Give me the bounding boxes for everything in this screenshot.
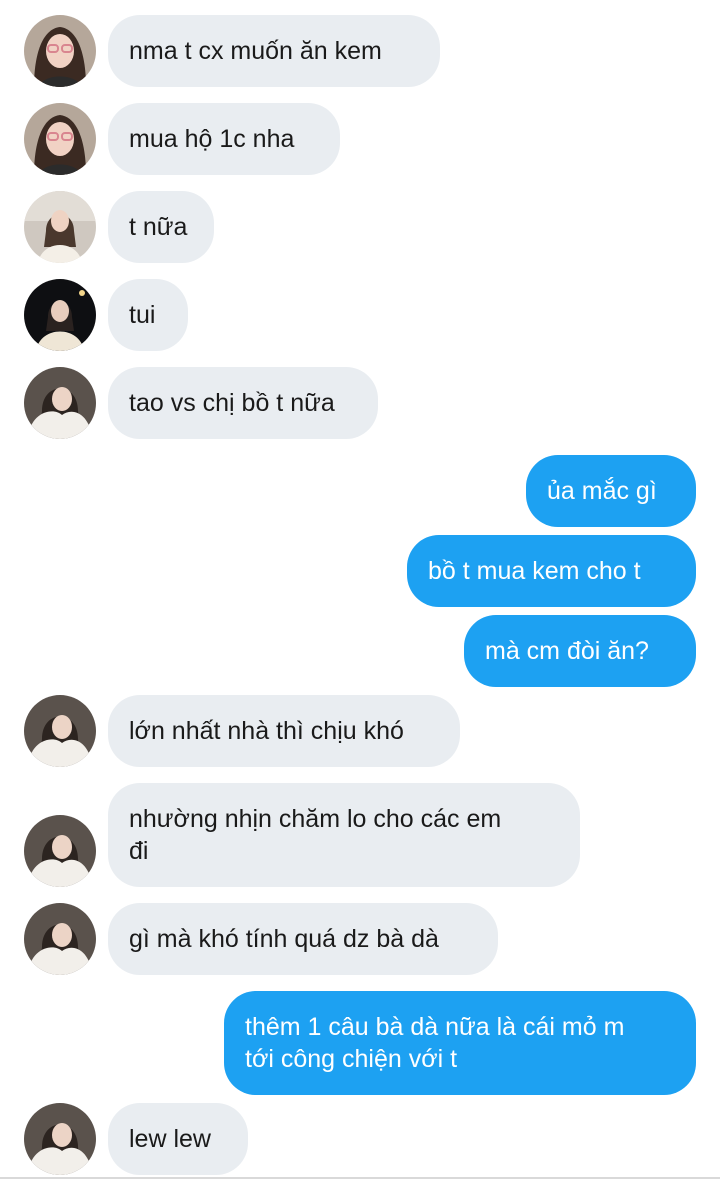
avatar-user-d[interactable] — [24, 695, 96, 767]
user-a-photo — [24, 103, 96, 175]
avatar-user-d[interactable] — [24, 367, 96, 439]
message-bubble-incoming[interactable]: t nữa — [108, 191, 214, 263]
avatar-user-d[interactable] — [24, 815, 96, 887]
message-bubble-incoming[interactable]: nma t cx muốn ăn kem — [108, 15, 440, 87]
message-bubble-outgoing[interactable]: bồ t mua kem cho t — [407, 535, 696, 607]
message-bubble-incoming[interactable]: gì mà khó tính quá dz bà dà — [108, 903, 498, 975]
message-bubble-incoming[interactable]: lew lew — [108, 1103, 248, 1175]
user-d-photo — [24, 815, 96, 887]
message-bubble-outgoing[interactable]: mà cm đòi ăn? — [464, 615, 696, 687]
message-bubble-outgoing[interactable]: ủa mắc gì — [526, 455, 696, 527]
user-d-photo — [24, 367, 96, 439]
avatar-user-a[interactable] — [24, 103, 96, 175]
avatar-user-b[interactable] — [24, 191, 96, 263]
avatar-user-d[interactable] — [24, 903, 96, 975]
message-bubble-incoming[interactable]: tao vs chị bồ t nữa — [108, 367, 378, 439]
message-bubble-outgoing[interactable]: thêm 1 câu bà dà nữa là cái mỏ m tới côn… — [224, 991, 696, 1095]
user-a-photo — [24, 15, 96, 87]
message-bubble-incoming[interactable]: nhường nhịn chăm lo cho các em đi — [108, 783, 580, 887]
user-d-photo — [24, 903, 96, 975]
message-bubble-incoming[interactable]: tui — [108, 279, 188, 351]
avatar-user-a[interactable] — [24, 15, 96, 87]
user-b-photo — [24, 191, 96, 263]
user-d-photo — [24, 1103, 96, 1175]
avatar-user-c[interactable] — [24, 279, 96, 351]
user-c-photo — [24, 279, 96, 351]
message-bubble-incoming[interactable]: lớn nhất nhà thì chịu khó — [108, 695, 460, 767]
message-thread: nma t cx muốn ăn kem mua hộ 1c nha t nữa — [0, 0, 720, 1179]
message-bubble-incoming[interactable]: mua hộ 1c nha — [108, 103, 340, 175]
avatar-user-d[interactable] — [24, 1103, 96, 1175]
user-d-photo — [24, 695, 96, 767]
